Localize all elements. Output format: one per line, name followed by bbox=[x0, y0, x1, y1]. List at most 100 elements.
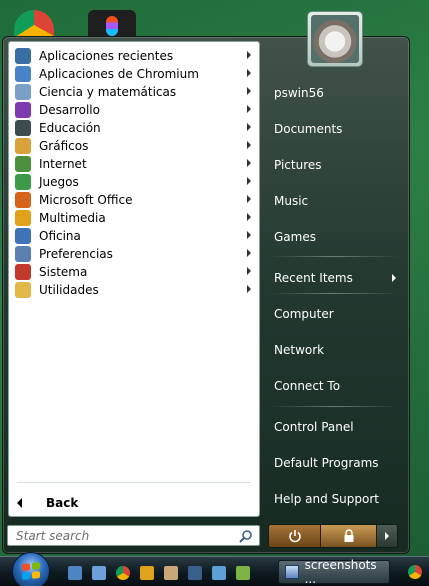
power-controls bbox=[268, 524, 398, 548]
visual-studio-icon bbox=[15, 102, 31, 118]
paint-icon bbox=[15, 138, 31, 154]
switch-windows-icon[interactable] bbox=[92, 566, 106, 580]
user-avatar[interactable] bbox=[308, 12, 362, 66]
chevron-right-icon bbox=[247, 177, 251, 185]
chevron-right-icon bbox=[247, 141, 251, 149]
chevron-right-icon bbox=[247, 87, 251, 95]
show-desktop-icon[interactable] bbox=[68, 566, 82, 580]
program-item[interactable]: Aplicaciones recientes bbox=[9, 47, 259, 65]
program-label: Oficina bbox=[39, 229, 81, 243]
science-icon bbox=[15, 84, 31, 100]
place-documents[interactable]: Documents bbox=[274, 120, 342, 138]
program-label: Gráficos bbox=[39, 139, 89, 153]
program-label: Ciencia y matemáticas bbox=[39, 85, 177, 99]
document-icon bbox=[15, 228, 31, 244]
program-item[interactable]: Ciencia y matemáticas bbox=[9, 83, 259, 101]
folder-icon bbox=[15, 282, 31, 298]
start-button[interactable] bbox=[12, 552, 50, 586]
program-label: Aplicaciones de Chromium bbox=[39, 67, 199, 81]
avatar-image bbox=[311, 15, 359, 63]
programs-pane: Aplicaciones recientes Aplicaciones de Ch… bbox=[8, 41, 260, 517]
search-box[interactable] bbox=[7, 525, 260, 546]
back-button[interactable]: Back bbox=[17, 494, 78, 512]
app-quicklaunch-icon[interactable] bbox=[236, 566, 250, 580]
office-icon bbox=[15, 192, 31, 208]
lock-icon bbox=[344, 529, 353, 542]
system-icon bbox=[15, 264, 31, 280]
program-item[interactable]: Gráficos bbox=[9, 137, 259, 155]
program-item[interactable]: Utilidades bbox=[9, 281, 259, 299]
clock-icon bbox=[15, 48, 31, 64]
program-label: Aplicaciones recientes bbox=[39, 49, 174, 63]
program-item[interactable]: Aplicaciones de Chromium bbox=[9, 65, 259, 83]
chevron-right-icon bbox=[247, 267, 251, 275]
globe-icon bbox=[15, 156, 31, 172]
place-games[interactable]: Games bbox=[274, 228, 316, 246]
program-item[interactable]: Desarrollo bbox=[9, 101, 259, 119]
chevron-right-icon bbox=[247, 105, 251, 113]
window-icon bbox=[285, 565, 299, 579]
taskbar: screenshots ... bbox=[0, 552, 429, 586]
program-label: Utilidades bbox=[39, 283, 99, 297]
chevron-right-icon bbox=[247, 249, 251, 257]
program-item[interactable]: Sistema bbox=[9, 263, 259, 281]
place-network[interactable]: Network bbox=[274, 341, 324, 359]
place-connect-to[interactable]: Connect To bbox=[274, 377, 340, 395]
program-label: Educación bbox=[39, 121, 101, 135]
program-label: Microsoft Office bbox=[39, 193, 133, 207]
settings-list-icon bbox=[15, 246, 31, 262]
program-label: Sistema bbox=[39, 265, 88, 279]
program-item[interactable]: Preferencias bbox=[9, 245, 259, 263]
power-icon bbox=[288, 530, 301, 543]
recent-items-link[interactable]: Recent Items bbox=[274, 269, 353, 287]
program-item[interactable]: Microsoft Office bbox=[9, 191, 259, 209]
divider bbox=[270, 256, 398, 257]
program-item[interactable]: Oficina bbox=[9, 227, 259, 245]
lock-button[interactable] bbox=[321, 525, 377, 547]
program-label: Juegos bbox=[39, 175, 79, 189]
program-label: Internet bbox=[39, 157, 87, 171]
chevron-right-icon bbox=[392, 274, 396, 282]
back-arrow-icon bbox=[17, 498, 22, 508]
chrome-quicklaunch-icon[interactable] bbox=[116, 566, 130, 580]
monitor-icon bbox=[15, 120, 31, 136]
program-item[interactable]: Juegos bbox=[9, 173, 259, 191]
chevron-right-icon bbox=[247, 285, 251, 293]
search-input[interactable] bbox=[16, 528, 226, 543]
media-player-quicklaunch-icon[interactable] bbox=[140, 566, 154, 580]
task-label: screenshots ... bbox=[304, 558, 377, 586]
program-item[interactable]: Internet bbox=[9, 155, 259, 173]
chevron-right-icon bbox=[385, 532, 389, 540]
chrome-tray-icon[interactable] bbox=[408, 565, 422, 579]
search-icon[interactable] bbox=[239, 529, 253, 543]
back-label: Back bbox=[46, 496, 79, 510]
media-player-icon bbox=[15, 210, 31, 226]
place-pictures[interactable]: Pictures bbox=[274, 156, 322, 174]
place-control-panel[interactable]: Control Panel bbox=[274, 418, 354, 436]
shutdown-options-button[interactable] bbox=[377, 525, 397, 547]
place-computer[interactable]: Computer bbox=[274, 305, 334, 323]
gallery-quicklaunch-icon[interactable] bbox=[212, 566, 226, 580]
chevron-right-icon bbox=[247, 195, 251, 203]
computer-quicklaunch-icon[interactable] bbox=[188, 566, 202, 580]
divider bbox=[270, 406, 398, 407]
divider bbox=[17, 482, 251, 483]
place-default-programs[interactable]: Default Programs bbox=[274, 454, 379, 472]
place-help-and-support[interactable]: Help and Support bbox=[274, 490, 379, 508]
program-item[interactable]: Multimedia bbox=[9, 209, 259, 227]
chevron-right-icon bbox=[247, 51, 251, 59]
chevron-right-icon bbox=[247, 69, 251, 77]
program-item[interactable]: Educación bbox=[9, 119, 259, 137]
power-button[interactable] bbox=[269, 525, 321, 547]
program-label: Multimedia bbox=[39, 211, 106, 225]
paint-quicklaunch-icon[interactable] bbox=[164, 566, 178, 580]
trophy-icon bbox=[15, 174, 31, 190]
chevron-right-icon bbox=[247, 231, 251, 239]
place-music[interactable]: Music bbox=[274, 192, 308, 210]
taskbar-window-screenshots[interactable]: screenshots ... bbox=[278, 558, 390, 586]
user-name-link[interactable]: pswin56 bbox=[274, 84, 324, 102]
windows-logo-icon bbox=[22, 562, 40, 580]
chevron-right-icon bbox=[247, 123, 251, 131]
program-label: Preferencias bbox=[39, 247, 113, 261]
chevron-right-icon bbox=[247, 213, 251, 221]
